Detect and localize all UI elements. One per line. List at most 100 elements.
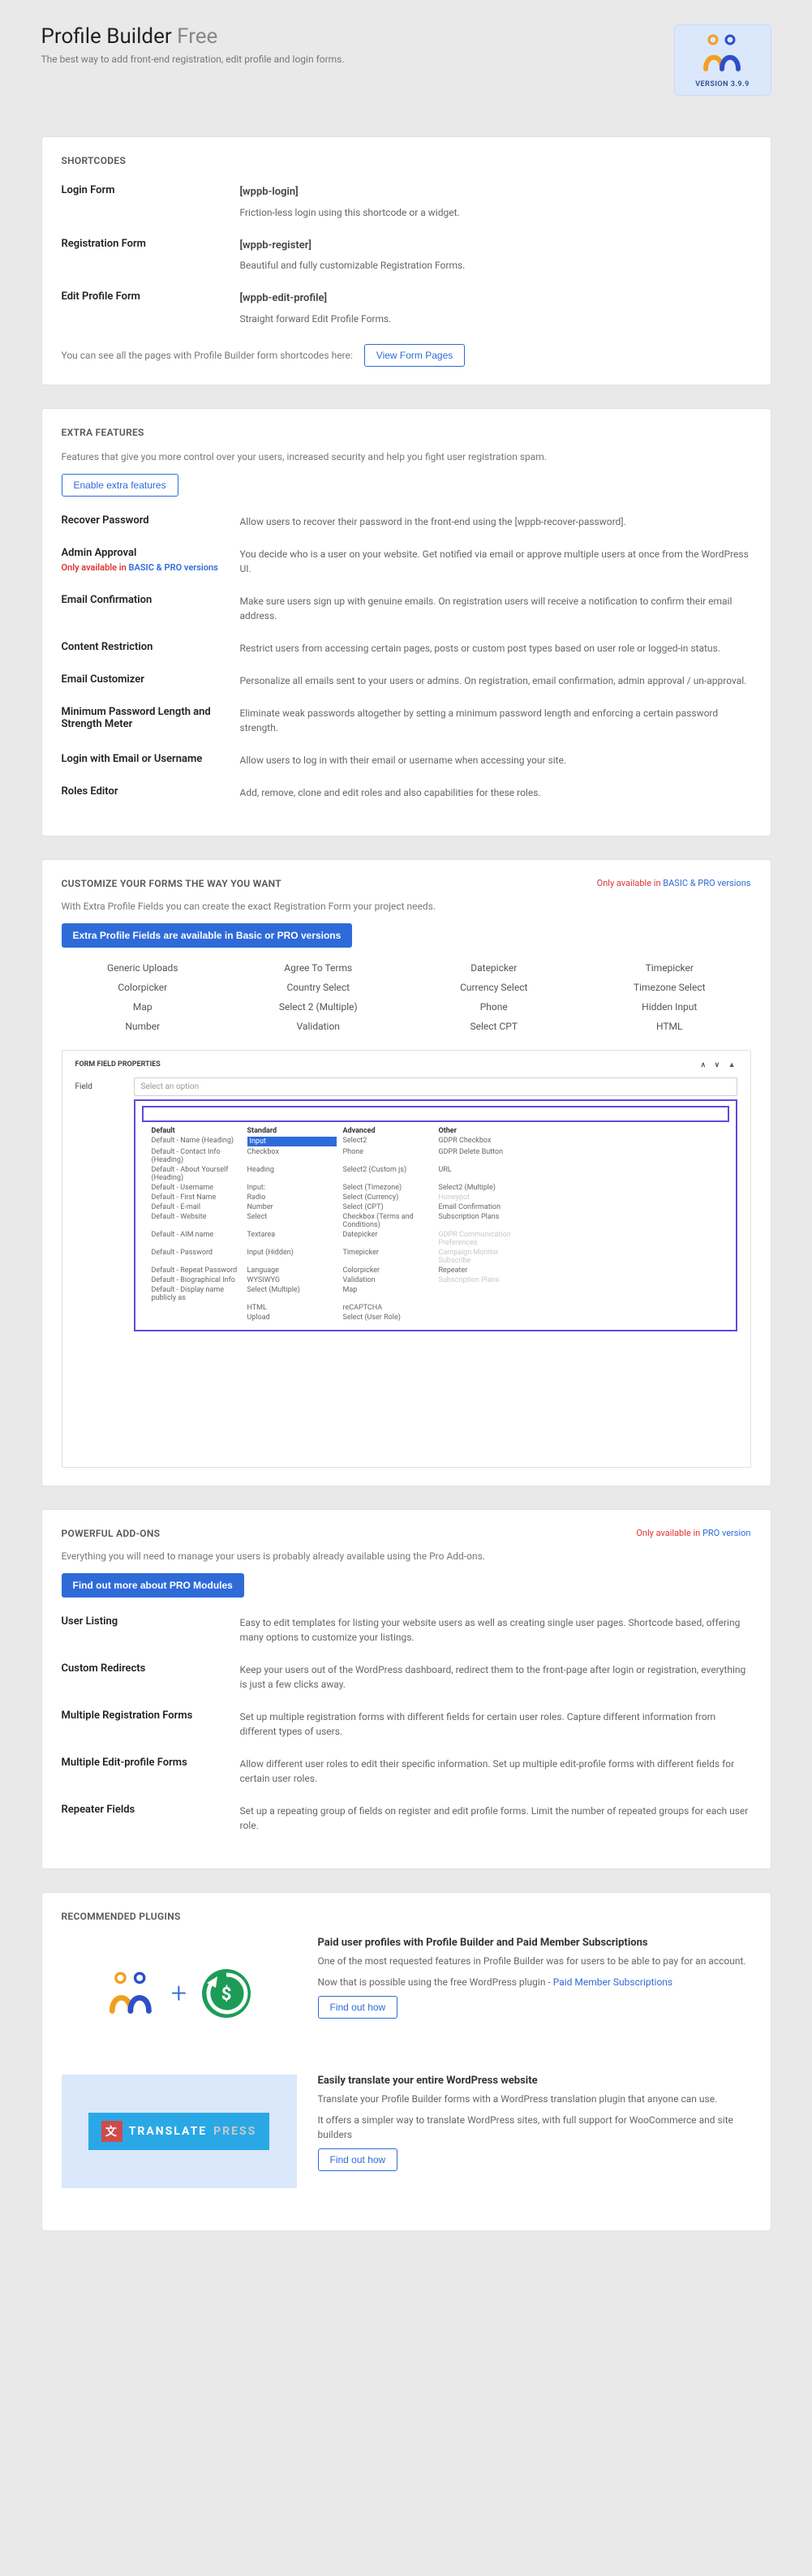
shot-option[interactable]: Default - Username: [152, 1184, 241, 1192]
extra-feature-row: Admin ApprovalOnly available in BASIC & …: [62, 547, 751, 576]
shot-option[interactable]: Default - About Yourself (Heading): [152, 1166, 241, 1182]
shot-option[interactable]: Default - Biographical Info: [152, 1276, 241, 1284]
shot-option[interactable]: URL: [439, 1166, 528, 1182]
shot-option[interactable]: [439, 1286, 528, 1302]
shot-option[interactable]: Datepicker: [343, 1231, 432, 1247]
shot-option[interactable]: Select: [247, 1213, 337, 1229]
edit-profile-desc: Straight forward Edit Profile Forms.: [240, 313, 392, 325]
shot-option[interactable]: [535, 1249, 640, 1265]
page-title: Profile Builder Free: [41, 24, 345, 49]
shot-option[interactable]: Default - AIM name: [152, 1231, 241, 1247]
shot-option[interactable]: Default - Repeat Password: [152, 1266, 241, 1275]
shot-option[interactable]: Default - Display name publicly as: [152, 1286, 241, 1302]
rec-tp-p2: It offers a simpler way to translate Wor…: [318, 2113, 751, 2142]
field-type-item: Colorpicker: [62, 982, 225, 993]
shot-option[interactable]: [535, 1266, 640, 1275]
addons-heading: POWERFUL ADD-ONS: [62, 1528, 161, 1539]
feature-label: Recover Password: [62, 514, 224, 529]
shot-option[interactable]: HTML: [247, 1304, 337, 1312]
addons-only-link[interactable]: PRO version: [702, 1528, 751, 1538]
shot-option[interactable]: Checkbox: [247, 1148, 337, 1164]
shot-option[interactable]: Textarea: [247, 1231, 337, 1247]
shot-option[interactable]: [535, 1166, 640, 1182]
shot-option[interactable]: Default - Password: [152, 1249, 241, 1265]
login-form-desc: Friction-less login using this shortcode…: [240, 207, 460, 218]
shot-option[interactable]: [535, 1231, 640, 1247]
rec-pms-button[interactable]: Find out how: [318, 1996, 398, 2019]
shot-option[interactable]: Select2 (Custom js): [343, 1166, 432, 1182]
shot-option[interactable]: [152, 1314, 241, 1322]
addons-card: POWERFUL ADD-ONS Only available in PRO v…: [41, 1509, 771, 1869]
shot-option[interactable]: Email Confirmation: [439, 1203, 528, 1211]
shot-option[interactable]: Upload: [247, 1314, 337, 1322]
feature-label: Email Customizer: [62, 673, 224, 688]
field-type-item: Map: [62, 1001, 225, 1013]
shot-option[interactable]: GDPR Checkbox: [439, 1137, 528, 1146]
shot-option[interactable]: [439, 1314, 528, 1322]
shot-option[interactable]: Select (Currency): [343, 1193, 432, 1202]
shot-option[interactable]: Select2 (Multiple): [439, 1184, 528, 1192]
shot-option[interactable]: Heading: [247, 1166, 337, 1182]
rec-tp-button[interactable]: Find out how: [318, 2148, 398, 2171]
shot-option[interactable]: Repeater: [439, 1266, 528, 1275]
extra-fields-cta-button[interactable]: Extra Profile Fields are available in Ba…: [62, 923, 353, 948]
view-form-pages-button[interactable]: View Form Pages: [364, 344, 465, 367]
shot-option[interactable]: [535, 1314, 640, 1322]
shot-option[interactable]: [535, 1184, 640, 1192]
shot-option[interactable]: [535, 1193, 640, 1202]
shot-option[interactable]: Validation: [343, 1276, 432, 1284]
shot-option[interactable]: Input:: [247, 1184, 337, 1192]
shot-option[interactable]: Phone: [343, 1148, 432, 1164]
feature-only-link[interactable]: BASIC & PRO versions: [129, 562, 218, 573]
shot-option[interactable]: Map: [343, 1286, 432, 1302]
shot-option[interactable]: Default - E-mail: [152, 1203, 241, 1211]
shot-option[interactable]: [535, 1286, 640, 1302]
shot-option[interactable]: Input (Hidden): [247, 1249, 337, 1265]
enable-extra-button[interactable]: Enable extra features: [62, 474, 178, 497]
shot-option[interactable]: Select (Multiple): [247, 1286, 337, 1302]
extra-feature-row: Content RestrictionRestrict users from a…: [62, 641, 751, 656]
pb-logo-icon: [686, 33, 759, 77]
shot-option[interactable]: Timepicker: [343, 1249, 432, 1265]
shot-option[interactable]: Input: [247, 1137, 337, 1146]
shot-option[interactable]: Select2: [343, 1137, 432, 1146]
shot-option[interactable]: [535, 1137, 640, 1146]
feature-desc: Personalize all emails sent to your user…: [240, 673, 751, 688]
customize-only-link[interactable]: BASIC & PRO versions: [663, 878, 750, 888]
shot-option[interactable]: Colorpicker: [343, 1266, 432, 1275]
shot-option[interactable]: Subscription Plans: [439, 1213, 528, 1229]
shot-option[interactable]: Select (User Role): [343, 1314, 432, 1322]
shot-option[interactable]: [152, 1304, 241, 1312]
shot-option[interactable]: reCAPTCHA: [343, 1304, 432, 1312]
shot-option[interactable]: [535, 1276, 640, 1284]
field-type-item: Datepicker: [413, 962, 576, 974]
shot-select[interactable]: Select an option: [134, 1077, 737, 1096]
shot-option[interactable]: Language: [247, 1266, 337, 1275]
shot-option[interactable]: Default - Contact Info (Heading): [152, 1148, 241, 1164]
shot-option[interactable]: Checkbox (Terms and Conditions): [343, 1213, 432, 1229]
shot-search-input[interactable]: [142, 1106, 729, 1122]
shot-option[interactable]: Radio: [247, 1193, 337, 1202]
shot-option[interactable]: Select (Timezone): [343, 1184, 432, 1192]
translate-icon: 文: [101, 2121, 122, 2142]
shot-option[interactable]: GDPR Delete Button: [439, 1148, 528, 1164]
feature-label: Login with Email or Username: [62, 753, 224, 768]
shot-option[interactable]: [535, 1304, 640, 1312]
shot-option[interactable]: Default - Name (Heading): [152, 1137, 241, 1146]
shot-option[interactable]: [535, 1148, 640, 1164]
shot-option[interactable]: [439, 1304, 528, 1312]
pro-modules-button[interactable]: Find out more about PRO Modules: [62, 1573, 244, 1598]
shot-option[interactable]: Select (CPT): [343, 1203, 432, 1211]
form-field-screenshot: FORM FIELD PROPERTIES ∧ ∨ ▲ Field Select…: [62, 1050, 751, 1468]
field-type-item: HTML: [588, 1021, 751, 1032]
shortcodes-heading: SHORTCODES: [62, 155, 751, 166]
shot-option[interactable]: Default - Website: [152, 1213, 241, 1229]
shot-option[interactable]: Default - First Name: [152, 1193, 241, 1202]
addon-row: Repeater FieldsSet up a repeating group …: [62, 1804, 751, 1833]
rec-pms-link[interactable]: Paid Member Subscriptions: [553, 1976, 672, 1988]
addons-sub: Everything you will need to manage your …: [62, 1550, 751, 1562]
shot-option[interactable]: [535, 1213, 640, 1229]
shot-option[interactable]: [535, 1203, 640, 1211]
shot-option[interactable]: Number: [247, 1203, 337, 1211]
shot-option[interactable]: WYSIWYG: [247, 1276, 337, 1284]
